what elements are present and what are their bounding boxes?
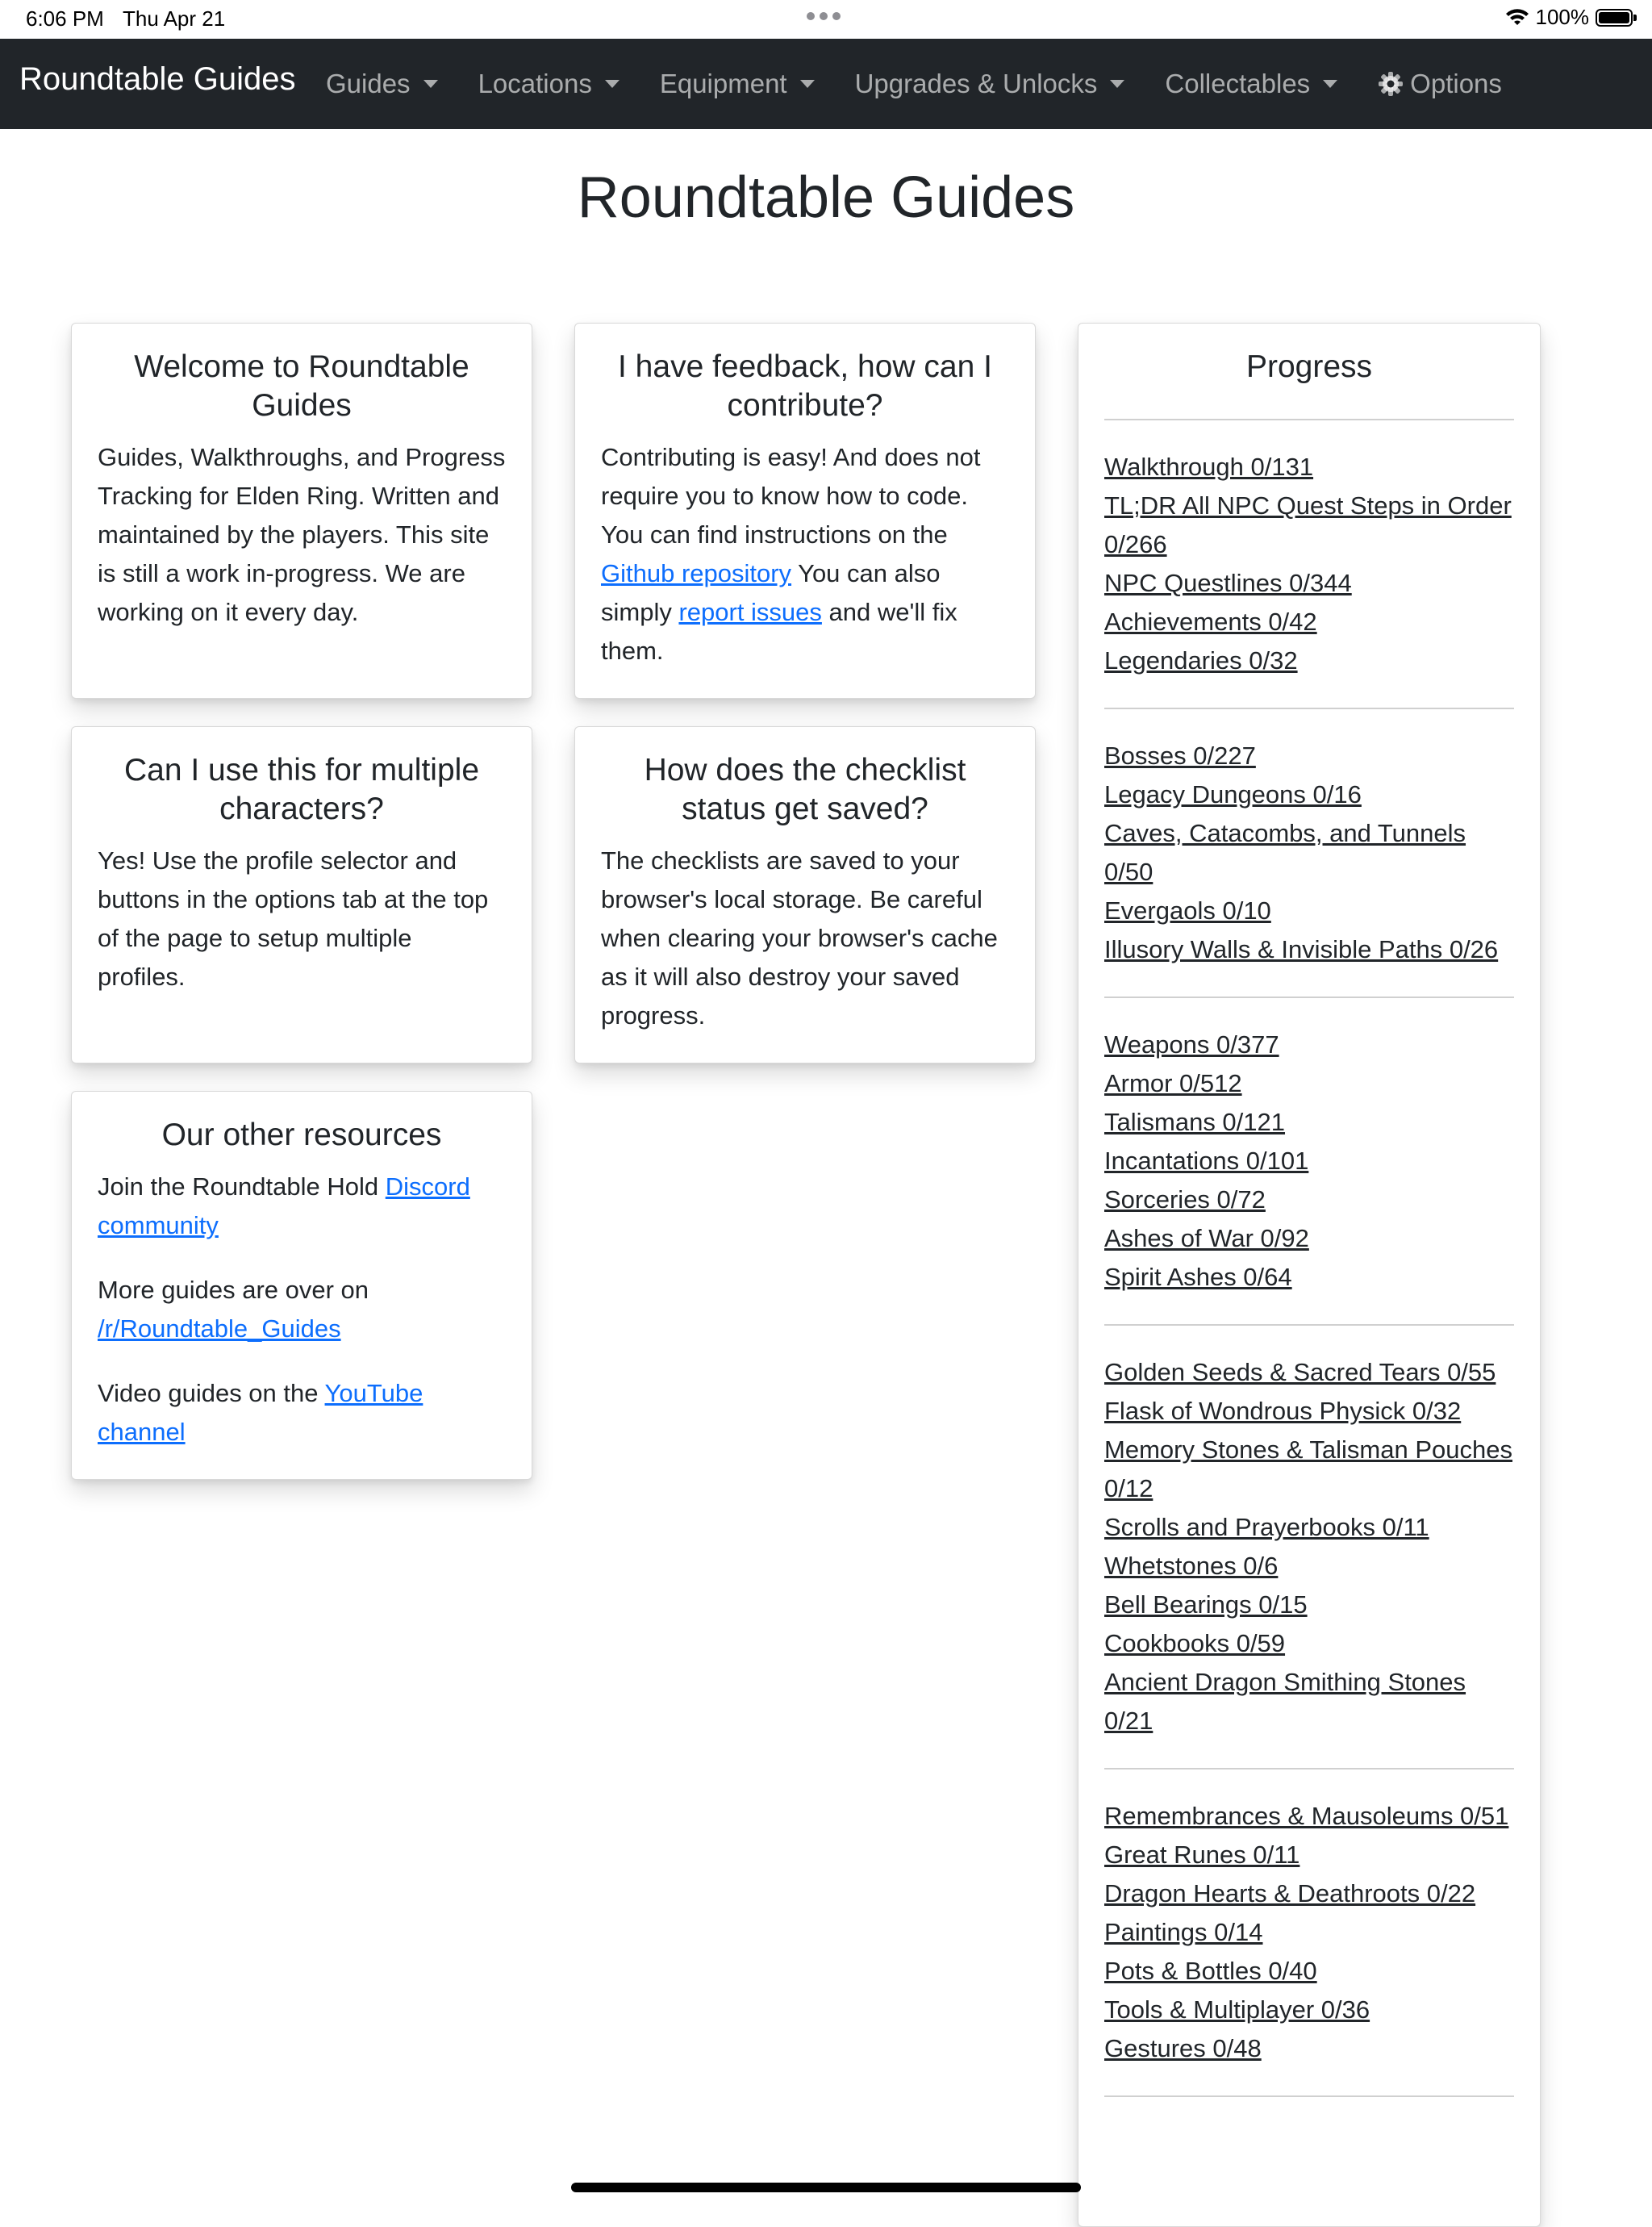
nav-options-link[interactable]: Options [1378,69,1502,99]
youtube-prefix: Video guides on the [98,1379,325,1407]
nav-collectables-dropdown[interactable]: Collectables [1165,69,1338,99]
nav-locations-label: Locations [478,69,592,98]
status-time: 6:06 PM [26,6,104,31]
progress-link[interactable]: Gestures 0/48 [1104,2029,1514,2068]
battery-percentage: 100% [1535,5,1590,29]
progress-link[interactable]: Caves, Catacombs, and Tunnels 0/50 [1104,814,1514,892]
nav-guides-dropdown[interactable]: Guides [326,69,438,99]
progress-link[interactable]: Illusory Walls & Invisible Paths 0/26 [1104,930,1514,969]
progress-link[interactable]: Armor 0/512 [1104,1064,1514,1103]
caret-down-icon [1323,80,1338,88]
progress-link[interactable]: Ancient Dragon Smithing Stones 0/21 [1104,1663,1514,1740]
progress-link[interactable]: Memory Stones & Talisman Pouches 0/12 [1104,1431,1514,1508]
progress-group: Golden Seeds & Sacred Tears 0/55 Flask of… [1104,1324,1514,1768]
progress-link[interactable]: Paintings 0/14 [1104,1913,1514,1952]
progress-link[interactable]: Bosses 0/227 [1104,737,1514,775]
progress-link[interactable]: Remembrances & Mausoleums 0/51 [1104,1797,1514,1836]
progress-group: Remembrances & Mausoleums 0/51 Great Rune… [1104,1768,1514,2097]
progress-card: Progress Walkthrough 0/131 TL;DR All NPC … [1078,323,1541,2227]
feedback-card: I have feedback, how can I contribute? C… [574,323,1036,699]
progress-link[interactable]: Dragon Hearts & Deathroots 0/22 [1104,1874,1514,1913]
multitasking-dots-icon[interactable] [807,8,845,24]
nav-upgrades-label: Upgrades & Unlocks [854,69,1098,98]
progress-link[interactable]: Flask of Wondrous Physick 0/32 [1104,1392,1514,1431]
gear-icon [1379,72,1404,96]
feedback-card-title: I have feedback, how can I contribute? [618,349,992,423]
progress-link[interactable]: Whetstones 0/6 [1104,1547,1514,1586]
progress-link[interactable]: Walkthrough 0/131 [1104,448,1514,487]
status-bar: 6:06 PM Thu Apr 21 100% [0,0,1652,39]
welcome-card-text: Guides, Walkthroughs, and Progress Track… [98,443,506,626]
progress-link[interactable]: Spirit Ashes 0/64 [1104,1258,1514,1297]
multiple-characters-card-text: Yes! Use the profile selector and button… [98,846,489,991]
nav-options-label: Options [1410,69,1502,98]
progress-link[interactable]: TL;DR All NPC Quest Steps in Order 0/266 [1104,487,1514,564]
multiple-characters-card: Can I use this for multiple characters? … [71,726,532,1063]
page-title: Roundtable Guides [577,165,1075,230]
reddit-prefix: More guides are over on [98,1276,369,1304]
welcome-card-title: Welcome to Roundtable Guides [134,349,469,423]
multiple-characters-card-title: Can I use this for multiple characters? [123,753,480,826]
nav-guides-label: Guides [326,69,411,98]
feedback-text-1: Contributing is easy! And does not requi… [601,443,981,549]
progress-link[interactable]: Bell Bearings 0/15 [1104,1586,1514,1624]
progress-link[interactable]: Legacy Dungeons 0/16 [1104,775,1514,814]
progress-group: Weapons 0/377 Armor 0/512 Talismans 0/121 I… [1104,997,1514,1324]
progress-link[interactable]: Talismans 0/121 [1104,1103,1514,1142]
caret-down-icon [423,80,438,88]
status-date: Thu Apr 21 [123,6,226,31]
progress-link[interactable]: Legendaries 0/32 [1104,641,1514,680]
other-resources-card-title: Our other resources [161,1118,442,1152]
discord-prefix: Join the Roundtable Hold [98,1172,386,1201]
progress-groups: Walkthrough 0/131 TL;DR All NPC Quest Ste… [1104,419,1514,2097]
progress-link[interactable]: Sorceries 0/72 [1104,1180,1514,1219]
top-navbar: Roundtable Guides Guides Locations Equip… [0,39,1652,129]
nav-locations-dropdown[interactable]: Locations [478,69,620,99]
other-resources-card: Our other resources Join the Roundtable … [71,1091,532,1480]
checklist-status-card: How does the checklist status get saved?… [574,726,1036,1063]
progress-link[interactable]: Evergaols 0/10 [1104,892,1514,930]
progress-card-title: Progress [1245,349,1373,384]
progress-link[interactable]: Achievements 0/42 [1104,603,1514,641]
progress-link[interactable]: NPC Questlines 0/344 [1104,564,1514,603]
nav-equipment-label: Equipment [659,69,787,98]
checklist-status-card-title: How does the checklist status get saved? [644,753,966,826]
wifi-icon [1505,8,1529,25]
progress-link[interactable]: Pots & Bottles 0/40 [1104,1952,1514,1991]
other-resources-card-text: Join the Roundtable Hold Discord communi… [98,1168,506,1452]
nav-menu: Guides Locations Equipment Upgrades & Un… [326,39,1542,129]
nav-equipment-dropdown[interactable]: Equipment [660,69,815,99]
progress-link[interactable]: Incantations 0/101 [1104,1142,1514,1180]
caret-down-icon [1110,80,1125,88]
nav-upgrades-dropdown[interactable]: Upgrades & Unlocks [855,69,1125,99]
report-issues-link[interactable]: report issues [678,598,821,626]
progress-link[interactable]: Scrolls and Prayerbooks 0/11 [1104,1508,1514,1547]
progress-group: Bosses 0/227 Legacy Dungeons 0/16 Caves, C… [1104,708,1514,997]
progress-link[interactable]: Great Runes 0/11 [1104,1836,1514,1874]
subreddit-link[interactable]: /r/Roundtable_Guides [98,1314,341,1343]
github-repository-link[interactable]: Github repository [601,559,791,587]
progress-link[interactable]: Golden Seeds & Sacred Tears 0/55 [1104,1353,1514,1392]
progress-link[interactable]: Weapons 0/377 [1104,1026,1514,1064]
feedback-card-text: Contributing is easy! And does not requi… [601,438,1009,671]
checklist-status-card-text: The checklists are saved to your browser… [601,846,998,1030]
progress-link[interactable]: Ashes of War 0/92 [1104,1219,1514,1258]
battery-icon [1596,8,1637,27]
status-indicators: 100% [1505,5,1637,30]
progress-link[interactable]: Cookbooks 0/59 [1104,1624,1514,1663]
progress-link[interactable]: Tools & Multiplayer 0/36 [1104,1991,1514,2029]
navbar-brand[interactable]: Roundtable Guides [19,61,295,98]
home-indicator[interactable] [571,2183,1081,2192]
progress-group: Walkthrough 0/131 TL;DR All NPC Quest Ste… [1104,419,1514,708]
caret-down-icon [604,80,620,88]
nav-collectables-label: Collectables [1165,69,1311,98]
welcome-card: Welcome to Roundtable Guides Guides, Wal… [71,323,532,699]
caret-down-icon [799,80,815,88]
